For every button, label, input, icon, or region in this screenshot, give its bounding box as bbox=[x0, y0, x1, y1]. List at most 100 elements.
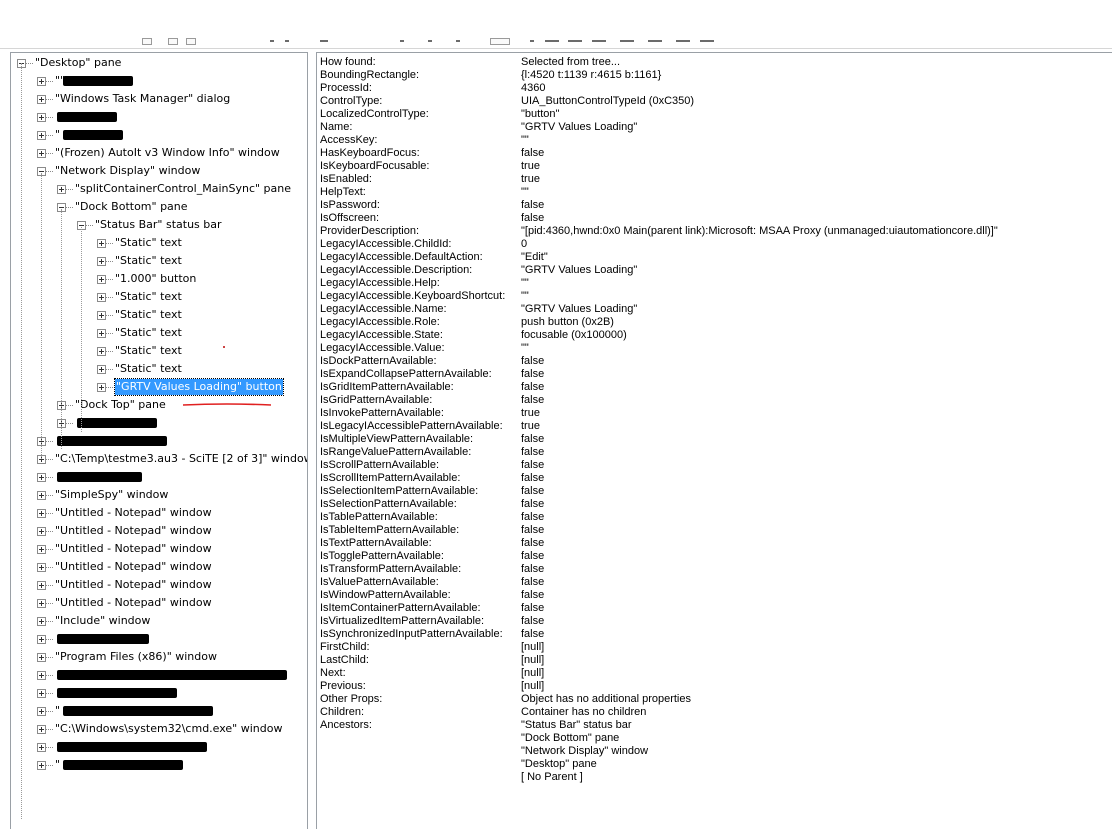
expand-icon[interactable] bbox=[37, 635, 46, 644]
toolbar-button-icon[interactable] bbox=[530, 40, 534, 42]
expand-icon[interactable] bbox=[97, 239, 106, 248]
tree-item[interactable]: "Include" window bbox=[11, 612, 307, 630]
tree-item[interactable]: " bbox=[11, 126, 307, 144]
tree-item[interactable]: "(Frozen) AutoIt v3 Window Info" window bbox=[11, 144, 307, 162]
property-name: LegacyIAccessible.Value: bbox=[320, 342, 445, 354]
expand-icon[interactable] bbox=[37, 473, 46, 482]
tree-item[interactable]: "Dock Bottom" pane bbox=[11, 198, 307, 216]
tree-item[interactable]: "Untitled - Notepad" window bbox=[11, 594, 307, 612]
tree-item[interactable]: "Static" text bbox=[11, 288, 307, 306]
toolbar-button-icon[interactable] bbox=[490, 38, 510, 45]
toolbar-button-icon[interactable] bbox=[620, 40, 634, 42]
expand-icon[interactable] bbox=[37, 491, 46, 500]
tree-item[interactable]: "Desktop" pane bbox=[11, 54, 307, 72]
tree-item[interactable]: "Static" text bbox=[11, 360, 307, 378]
tree-item[interactable] bbox=[11, 738, 307, 756]
tree-item[interactable]: "Untitled - Notepad" window bbox=[11, 522, 307, 540]
property-name: HelpText: bbox=[320, 186, 366, 198]
tree-item[interactable]: "Untitled - Notepad" window bbox=[11, 540, 307, 558]
tree-item[interactable] bbox=[11, 108, 307, 126]
expand-icon[interactable] bbox=[37, 617, 46, 626]
property-name: ProcessId: bbox=[320, 82, 372, 94]
expand-icon[interactable] bbox=[37, 509, 46, 518]
expand-icon[interactable] bbox=[37, 545, 46, 554]
tree-item[interactable] bbox=[11, 630, 307, 648]
tree-item[interactable]: "splitContainerControl_MainSync" pane bbox=[11, 180, 307, 198]
property-row: LegacyIAccessible.ChildId: 0 bbox=[317, 238, 1112, 251]
tree-item[interactable]: "Static" text bbox=[11, 342, 307, 360]
expand-icon[interactable] bbox=[37, 113, 46, 122]
tree-item[interactable]: "" bbox=[11, 72, 307, 90]
tree-item[interactable]: "1.000" button bbox=[11, 270, 307, 288]
expand-icon[interactable] bbox=[37, 95, 46, 104]
property-value: false bbox=[521, 147, 545, 159]
redaction-mark bbox=[57, 634, 149, 644]
expand-icon[interactable] bbox=[37, 725, 46, 734]
tree-item[interactable]: "C:\Temp\testme3.au3 - SciTE [2 of 3]" w… bbox=[11, 450, 307, 468]
expand-icon[interactable] bbox=[37, 761, 46, 770]
tree-item-selected[interactable]: "GRTV Values Loading" button bbox=[11, 378, 307, 396]
tree-connector bbox=[41, 173, 42, 459]
expand-icon[interactable] bbox=[37, 653, 46, 662]
tree-connector bbox=[46, 747, 53, 748]
expand-icon[interactable] bbox=[37, 77, 46, 86]
tree-item[interactable]: "Static" text bbox=[11, 324, 307, 342]
expand-icon[interactable] bbox=[97, 365, 106, 374]
tree-item[interactable] bbox=[11, 414, 307, 432]
toolbar-button-icon[interactable] bbox=[400, 40, 404, 42]
tree-item[interactable]: " bbox=[11, 702, 307, 720]
expand-icon[interactable] bbox=[37, 689, 46, 698]
toolbar-button-icon[interactable] bbox=[142, 38, 152, 45]
toolbar-button-icon[interactable] bbox=[648, 40, 662, 42]
toolbar-button-icon[interactable] bbox=[545, 40, 559, 42]
expand-icon[interactable] bbox=[97, 347, 106, 356]
toolbar-button-icon[interactable] bbox=[428, 40, 432, 42]
tree-item[interactable]: "Static" text bbox=[11, 234, 307, 252]
expand-icon[interactable] bbox=[37, 581, 46, 590]
toolbar-button-icon[interactable] bbox=[700, 40, 714, 42]
toolbar-button-icon[interactable] bbox=[320, 40, 328, 42]
expand-icon[interactable] bbox=[97, 257, 106, 266]
expand-icon[interactable] bbox=[97, 275, 106, 284]
redaction-mark bbox=[57, 670, 287, 680]
toolbar-button-icon[interactable] bbox=[186, 38, 196, 45]
expand-icon[interactable] bbox=[37, 743, 46, 752]
tree-item[interactable]: "Untitled - Notepad" window bbox=[11, 576, 307, 594]
toolbar-button-icon[interactable] bbox=[270, 40, 274, 42]
expand-icon[interactable] bbox=[97, 311, 106, 320]
expand-icon[interactable] bbox=[37, 599, 46, 608]
property-name: IsTogglePatternAvailable: bbox=[320, 550, 444, 562]
tree-item[interactable]: "Untitled - Notepad" window bbox=[11, 504, 307, 522]
tree-item[interactable] bbox=[11, 468, 307, 486]
tree-item[interactable]: "Untitled - Notepad" window bbox=[11, 558, 307, 576]
tree-item[interactable]: "Program Files (x86)" window bbox=[11, 648, 307, 666]
tree-item[interactable]: "Windows Task Manager" dialog bbox=[11, 90, 307, 108]
expand-icon[interactable] bbox=[97, 383, 106, 392]
expand-icon[interactable] bbox=[37, 527, 46, 536]
tree-item[interactable]: "SimpleSpy" window bbox=[11, 486, 307, 504]
toolbar-button-icon[interactable] bbox=[676, 40, 690, 42]
tree-item[interactable]: "Status Bar" status bar bbox=[11, 216, 307, 234]
expand-icon[interactable] bbox=[37, 671, 46, 680]
toolbar-button-icon[interactable] bbox=[285, 40, 289, 42]
toolbar-button-icon[interactable] bbox=[592, 40, 606, 42]
toolbar-button-icon[interactable] bbox=[456, 40, 460, 42]
tree-item[interactable] bbox=[11, 666, 307, 684]
expand-icon[interactable] bbox=[37, 563, 46, 572]
tree-item[interactable]: " bbox=[11, 756, 307, 774]
toolbar-button-icon[interactable] bbox=[168, 38, 178, 45]
expand-icon[interactable] bbox=[37, 131, 46, 140]
tree-item[interactable] bbox=[11, 432, 307, 450]
expand-icon[interactable] bbox=[57, 185, 66, 194]
tree-item[interactable] bbox=[11, 684, 307, 702]
expand-icon[interactable] bbox=[37, 149, 46, 158]
toolbar-button-icon[interactable] bbox=[568, 40, 582, 42]
expand-icon[interactable] bbox=[37, 707, 46, 716]
expand-icon[interactable] bbox=[97, 293, 106, 302]
tree-item[interactable]: "C:\Windows\system32\cmd.exe" window bbox=[11, 720, 307, 738]
tree-item[interactable]: "Static" text bbox=[11, 252, 307, 270]
tree-item[interactable]: "Static" text bbox=[11, 306, 307, 324]
tree-item[interactable]: "Network Display" window bbox=[11, 162, 307, 180]
expand-icon[interactable] bbox=[97, 329, 106, 338]
element-tree[interactable]: "Desktop" pane "" "Windows Task Manager" d… bbox=[10, 52, 308, 829]
